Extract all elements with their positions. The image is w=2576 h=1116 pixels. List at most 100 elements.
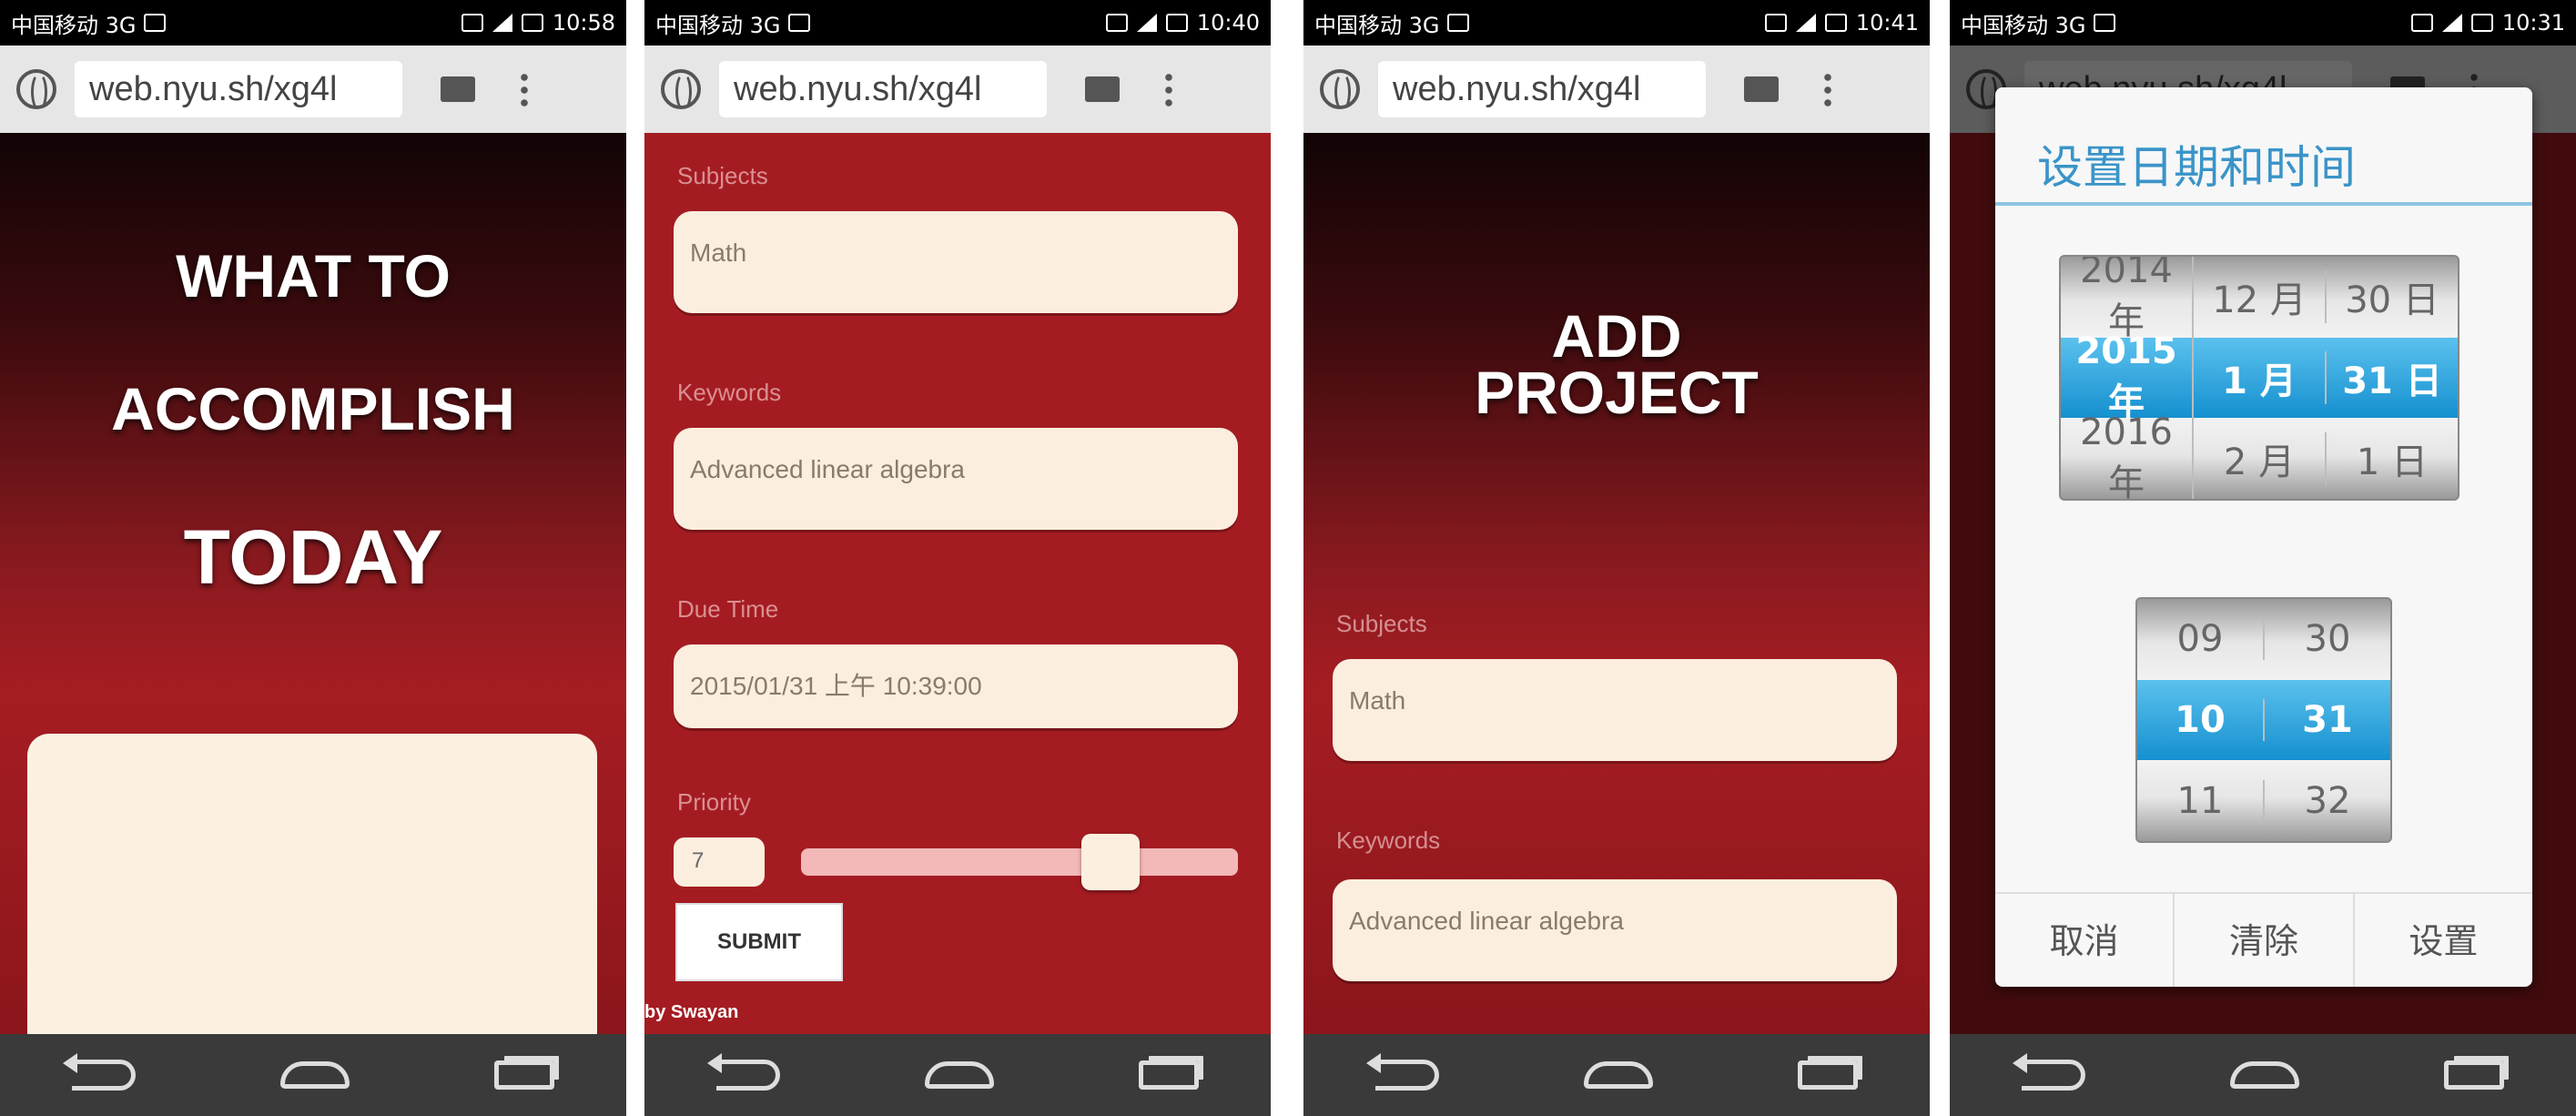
- keywords-input[interactable]: Advanced linear algebra: [674, 428, 1238, 530]
- date-row-prev[interactable]: 2014 年 12 月 30 日: [2061, 257, 2458, 345]
- day-cell[interactable]: 30 日: [2327, 270, 2458, 323]
- battery-icon: [521, 14, 543, 32]
- android-nav-bar: [1950, 1034, 2576, 1116]
- due-time-input[interactable]: 2015/01/31 上午 10:39:00: [674, 644, 1238, 728]
- recent-apps-icon[interactable]: [2443, 1060, 2504, 1090]
- android-nav-bar: [0, 1034, 626, 1116]
- signal-icon: [2441, 14, 2462, 32]
- day-cell[interactable]: 1 日: [2327, 432, 2458, 485]
- priority-slider-thumb[interactable]: [1080, 834, 1140, 890]
- phone-screen-date-time-picker: 中国移动 3G 10:31 web.nyu.sh/xg4l 设置日期和时间 20…: [1950, 0, 2576, 1116]
- phone-screen-what-to-accomplish: 中国移动 3G 10:58 web.nyu.sh/xg4l WHAT TO AC…: [0, 0, 626, 1116]
- priority-value[interactable]: 7: [674, 837, 765, 887]
- set-button[interactable]: 设置: [2355, 894, 2532, 987]
- image-notification-icon: [787, 14, 810, 32]
- keywords-input[interactable]: Advanced linear algebra: [1333, 879, 1897, 981]
- subject-label: Subjects: [1336, 610, 1427, 637]
- clock: 10:41: [1855, 10, 1919, 36]
- minute-cell[interactable]: 32: [2265, 780, 2390, 822]
- url-field[interactable]: web.nyu.sh/xg4l: [719, 61, 1047, 117]
- carrier-label: 中国移动 3G: [11, 12, 137, 38]
- credit-text: by Swayan: [644, 1002, 739, 1022]
- overflow-menu-icon[interactable]: [1824, 71, 1831, 107]
- tabs-icon[interactable]: [441, 76, 475, 102]
- page-content: WHAT TO ACCOMPLISH TODAY: [0, 133, 626, 1061]
- add-project-title-line-2: PROJECT: [1475, 359, 1759, 426]
- time-row-selected[interactable]: 10 31: [2137, 679, 2390, 761]
- add-project-page: ADD PROJECT Subjects Math Keywords Advan…: [1303, 133, 1930, 1034]
- recent-apps-icon[interactable]: [1797, 1060, 1858, 1090]
- clock: 10:58: [552, 10, 615, 36]
- status-bar: 中国移动 3G 10:41: [1303, 0, 1930, 46]
- signal-icon: [1795, 14, 1816, 32]
- month-cell[interactable]: 1 月: [2194, 350, 2327, 404]
- image-notification-icon: [2093, 14, 2115, 32]
- due-time-label: Due Time: [677, 595, 779, 623]
- priority-label: Priority: [677, 788, 751, 816]
- subject-input[interactable]: Math: [1333, 659, 1897, 761]
- android-nav-bar: [1303, 1034, 1930, 1116]
- recent-apps-icon[interactable]: [493, 1060, 554, 1090]
- globe-icon[interactable]: [16, 69, 56, 111]
- clear-button[interactable]: 清除: [2175, 894, 2355, 987]
- home-icon[interactable]: [924, 1061, 994, 1089]
- back-icon[interactable]: [707, 1053, 781, 1091]
- back-icon[interactable]: [2013, 1053, 2086, 1091]
- image-notification-icon: [143, 14, 166, 32]
- year-cell[interactable]: 2016 年: [2061, 411, 2194, 499]
- tabs-icon[interactable]: [1744, 76, 1779, 102]
- back-icon[interactable]: [63, 1053, 137, 1091]
- home-icon[interactable]: [1583, 1061, 1653, 1089]
- battery-icon: [2470, 14, 2493, 32]
- time-row-next[interactable]: 11 32: [2137, 760, 2390, 841]
- hour-cell[interactable]: 09: [2137, 618, 2265, 661]
- recent-apps-icon[interactable]: [1138, 1060, 1199, 1090]
- clock: 10:31: [2501, 10, 2565, 36]
- date-row-next[interactable]: 2016 年 2 月 1 日: [2061, 411, 2458, 499]
- browser-toolbar: web.nyu.sh/xg4l: [644, 46, 1271, 133]
- subject-input[interactable]: Math: [674, 211, 1238, 313]
- screenshot-icon: [1764, 14, 1787, 32]
- url-field[interactable]: web.nyu.sh/xg4l: [1378, 61, 1706, 117]
- date-row-selected[interactable]: 2015 年 1 月 31 日: [2061, 330, 2458, 425]
- add-project-title-line-1: ADD: [1551, 302, 1682, 370]
- title-line-1: WHAT TO: [176, 242, 451, 309]
- tabs-icon[interactable]: [1085, 76, 1120, 102]
- keywords-label: Keywords: [677, 379, 782, 406]
- home-icon[interactable]: [279, 1061, 350, 1089]
- day-cell[interactable]: 31 日: [2327, 351, 2458, 404]
- month-cell[interactable]: 2 月: [2194, 431, 2327, 485]
- minute-cell[interactable]: 30: [2265, 618, 2390, 660]
- date-time-dialog: 设置日期和时间 2014 年 12 月 30 日 2015 年 1 月 31 日…: [1995, 87, 2532, 987]
- carrier-label: 中国移动 3G: [655, 12, 781, 38]
- task-form: Subjects Math Keywords Advanced linear a…: [644, 133, 1271, 1034]
- minute-cell[interactable]: 31: [2265, 699, 2390, 741]
- status-bar: 中国移动 3G 10:40: [644, 0, 1271, 46]
- title-line-3: TODAY: [183, 514, 443, 600]
- home-icon[interactable]: [2229, 1061, 2299, 1089]
- url-field[interactable]: web.nyu.sh/xg4l: [75, 61, 402, 117]
- back-icon[interactable]: [1366, 1053, 1440, 1091]
- priority-slider-track[interactable]: [801, 848, 1238, 876]
- overflow-menu-icon[interactable]: [1165, 71, 1172, 107]
- battery-icon: [1165, 14, 1188, 32]
- globe-icon[interactable]: [1320, 69, 1360, 111]
- date-wheel[interactable]: 2014 年 12 月 30 日 2015 年 1 月 31 日 2016 年 …: [2059, 255, 2459, 501]
- screenshot-icon: [2410, 14, 2433, 32]
- time-wheel[interactable]: 09 30 10 31 11 32: [2135, 597, 2392, 843]
- hour-cell[interactable]: 10: [2137, 698, 2265, 741]
- task-card[interactable]: [27, 734, 597, 1061]
- hour-cell[interactable]: 11: [2137, 779, 2265, 822]
- submit-button[interactable]: SUBMIT: [675, 903, 843, 981]
- subject-label: Subjects: [677, 162, 768, 189]
- title-line-2: ACCOMPLISH: [111, 375, 515, 442]
- cancel-button[interactable]: 取消: [1995, 894, 2175, 987]
- globe-icon[interactable]: [661, 69, 701, 111]
- phone-screen-add-project: 中国移动 3G 10:41 web.nyu.sh/xg4l ADD PROJEC…: [1303, 0, 1930, 1116]
- time-row-prev[interactable]: 09 30: [2137, 599, 2390, 680]
- overflow-menu-icon[interactable]: [521, 71, 528, 107]
- status-bar: 中国移动 3G 10:58: [0, 0, 626, 46]
- carrier-label: 中国移动 3G: [1961, 12, 2086, 38]
- month-cell[interactable]: 12 月: [2194, 270, 2327, 324]
- dialog-divider: [1995, 202, 2532, 206]
